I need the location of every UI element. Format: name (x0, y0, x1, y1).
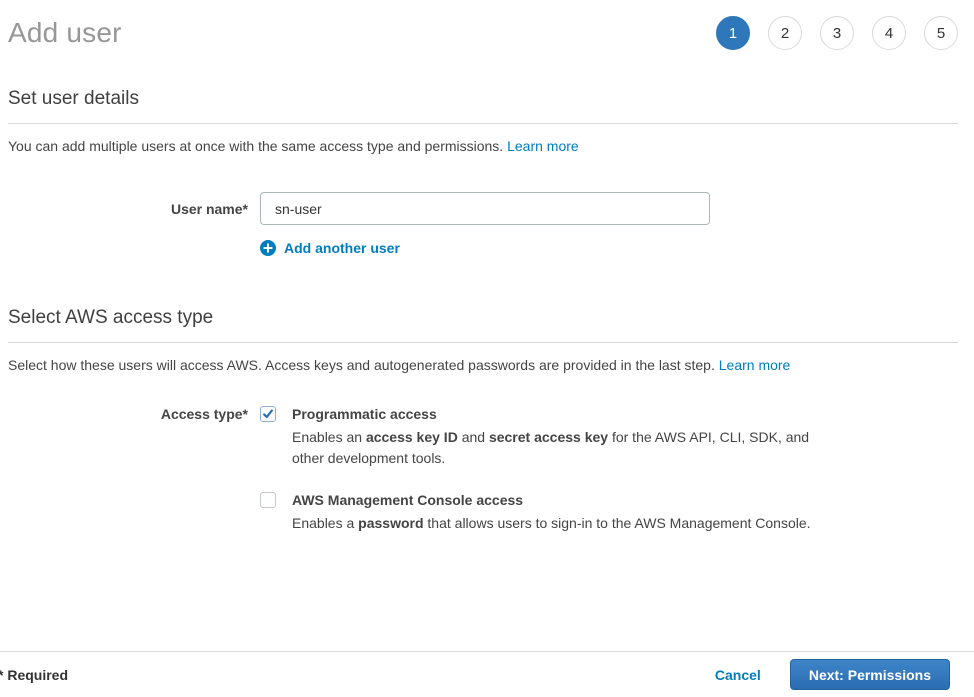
access-type-description-text: Select how these users will access AWS. … (8, 357, 715, 373)
step-1: 1 (716, 16, 750, 50)
page-title: Add user (8, 17, 122, 49)
required-note: * Required (8, 667, 69, 683)
step-4: 4 (872, 16, 906, 50)
add-another-user-link[interactable]: Add another user (260, 240, 400, 256)
user-name-label: User name* (8, 201, 248, 217)
checkmark-icon (262, 408, 274, 420)
plus-circle-icon (260, 240, 276, 256)
required-label: Required (7, 667, 68, 683)
user-name-input[interactable] (260, 192, 710, 225)
programmatic-access-title: Programmatic access (292, 405, 817, 423)
step-3: 3 (820, 16, 854, 50)
desc-segment: Enables an (292, 429, 366, 445)
programmatic-access-text: Programmatic access Enables an access ke… (292, 405, 817, 469)
console-access-desc: Enables a password that allows users to … (292, 513, 817, 534)
desc-segment: and (458, 429, 489, 445)
section-heading-user-details: Set user details (8, 88, 958, 124)
user-name-row: User name* (8, 192, 958, 225)
programmatic-access-desc: Enables an access key ID and secret acce… (292, 427, 817, 469)
add-another-user-label: Add another user (284, 240, 400, 256)
user-details-learn-more-link[interactable]: Learn more (507, 138, 579, 154)
programmatic-access-checkbox[interactable] (260, 406, 276, 422)
next-permissions-button[interactable]: Next: Permissions (790, 659, 950, 690)
page-header: Add user 1 2 3 4 5 (8, 10, 958, 56)
console-access-checkbox[interactable] (260, 492, 276, 508)
step-2: 2 (768, 16, 802, 50)
required-asterisk: * (0, 667, 3, 683)
wizard-footer: * Required Cancel Next: Permissions (0, 651, 974, 697)
access-type-description: Select how these users will access AWS. … (8, 356, 958, 375)
section-heading-access-type: Select AWS access type (8, 307, 958, 343)
cancel-button[interactable]: Cancel (715, 667, 761, 683)
step-5: 5 (924, 16, 958, 50)
desc-segment-bold: password (358, 515, 423, 531)
step-indicator: 1 2 3 4 5 (716, 16, 958, 50)
desc-segment: that allows users to sign-in to the AWS … (424, 515, 811, 531)
console-access-title: AWS Management Console access (292, 491, 817, 509)
add-another-user-row: Add another user (260, 240, 958, 256)
console-access-text: AWS Management Console access Enables a … (292, 491, 817, 534)
add-user-page: Add user 1 2 3 4 5 Set user details You … (0, 0, 974, 697)
programmatic-access-option: Programmatic access Enables an access ke… (260, 405, 817, 469)
access-type-learn-more-link[interactable]: Learn more (719, 357, 791, 373)
console-access-option: AWS Management Console access Enables a … (260, 491, 817, 534)
desc-segment-bold: secret access key (489, 429, 608, 445)
user-details-description: You can add multiple users at once with … (8, 137, 958, 156)
desc-segment-bold: access key ID (366, 429, 458, 445)
access-type-row: Access type* Programmatic access Enables… (8, 405, 958, 534)
desc-segment: Enables a (292, 515, 358, 531)
access-type-options: Programmatic access Enables an access ke… (260, 405, 817, 534)
user-details-description-text: You can add multiple users at once with … (8, 138, 503, 154)
access-type-label: Access type* (8, 405, 248, 422)
